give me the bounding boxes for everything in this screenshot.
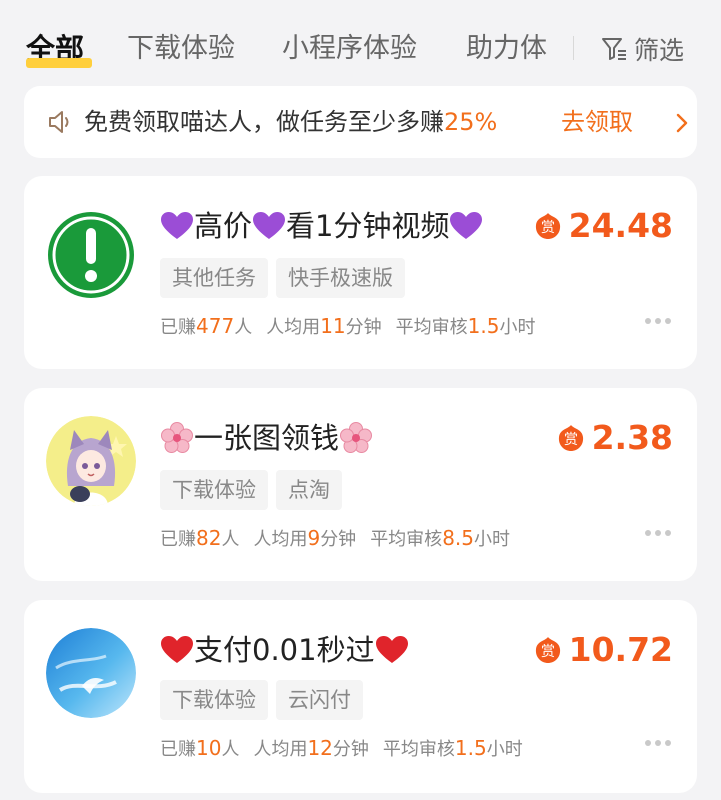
reward-badge-icon: 赏 [558,425,583,451]
task-card[interactable]: 高价 看1分钟视频 赏 24.48 其他任务 快手极速版 已赚477人 人均用11… [24,176,697,369]
review-hours: 8.5 [442,526,474,550]
tab-mini-program-experience[interactable]: 小程序体验 [282,30,417,68]
exclamation-icon [46,210,136,300]
filter-button[interactable]: 筛选 [600,30,684,68]
cherry-blossom-icon [340,422,373,453]
tab-divider [573,36,574,60]
task-tags: 下载体验 点淘 [160,470,350,510]
reward-amount-group: 赏 24.48 [533,206,673,246]
task-tag: 快手极速版 [276,258,405,298]
notice-text: 免费领取喵达人，做任务至少多赚25% [84,105,497,139]
filter-label: 筛选 [634,36,685,65]
task-title-part: 一张图领钱 [194,421,340,455]
avg-minutes: 9 [307,526,321,550]
review-hours: 1.5 [454,736,487,760]
task-stats: 已赚477人 人均用11分钟 平均审核1.5小时 [160,314,536,338]
more-options-icon[interactable] [645,530,671,536]
reward-amount: 2.38 [591,418,673,457]
review-hours: 1.5 [467,314,500,338]
task-tag: 云闪付 [276,680,363,720]
reward-badge-icon: 赏 [535,637,560,663]
red-heart-icon [161,636,193,663]
more-options-icon[interactable] [645,740,671,746]
active-tab-indicator [26,58,92,68]
earned-count: 477 [196,314,235,338]
task-tag: 其他任务 [160,258,268,298]
task-tag: 下载体验 [160,680,268,720]
reward-amount: 24.48 [568,206,673,245]
speaker-icon [49,111,69,133]
notice-message: 免费领取喵达人，做任务至少多赚 [84,108,444,136]
reward-amount: 10.72 [568,630,673,669]
cherry-blossom-icon [161,422,193,453]
svg-text:赏: 赏 [564,432,578,448]
avg-minutes: 11 [320,314,346,338]
task-title: 一张图领钱 [160,418,373,458]
notice-percent: 25% [444,108,498,136]
task-stats: 已赚10人 人均用12分钟 平均审核1.5小时 [160,736,523,760]
purple-heart-icon [253,212,286,239]
svg-text:赏: 赏 [541,644,555,660]
chevron-right-icon [676,113,688,133]
earned-count: 10 [196,736,222,760]
svg-text:赏: 赏 [541,220,555,236]
task-tag: 下载体验 [160,470,268,510]
reward-amount-group: 赏 10.72 [533,630,673,670]
task-card[interactable]: 支付0.01秒过 赏 10.72 下载体验 云闪付 已赚10人 人均用12分钟 平均… [24,600,697,793]
task-title: 支付0.01秒过 [160,630,409,670]
earned-count: 82 [196,526,222,550]
task-title-part: 高价 [194,209,253,243]
task-tags: 其他任务 快手极速版 [160,258,413,298]
tab-assist-clip: 助力体 [466,30,548,70]
task-title-part: 看1分钟视频 [286,209,450,243]
reward-amount-group: 赏 2.38 [556,418,673,458]
task-card[interactable]: 一张图领钱 赏 2.38 下载体验 点淘 已赚82人 人均用9分钟 平均审核8.5小… [24,388,697,581]
filter-icon [602,38,626,60]
task-title: 高价 看1分钟视频 [160,206,483,246]
tab-download-experience[interactable]: 下载体验 [127,30,235,68]
red-heart-icon [375,636,408,663]
category-tab-bar: 全部 下载体验 小程序体验 助力体 筛选 [0,0,721,84]
notice-banner[interactable]: 免费领取喵达人，做任务至少多赚25% 去领取 [24,86,697,158]
task-stats: 已赚82人 人均用9分钟 平均审核8.5小时 [160,526,510,550]
purple-heart-icon [450,212,483,239]
task-tag: 点淘 [276,470,342,510]
blue-sky-avatar [46,628,136,718]
task-tags: 下载体验 云闪付 [160,680,371,720]
tab-assist-experience[interactable]: 助力体 [466,33,547,64]
anime-cat-girl-avatar [46,416,136,506]
more-options-icon[interactable] [645,318,671,324]
purple-heart-icon [161,212,193,239]
reward-badge-icon: 赏 [535,213,560,239]
task-title-part: 支付0.01秒过 [194,633,375,667]
notice-claim-link[interactable]: 去领取 [561,105,633,139]
avg-minutes: 12 [307,736,333,760]
